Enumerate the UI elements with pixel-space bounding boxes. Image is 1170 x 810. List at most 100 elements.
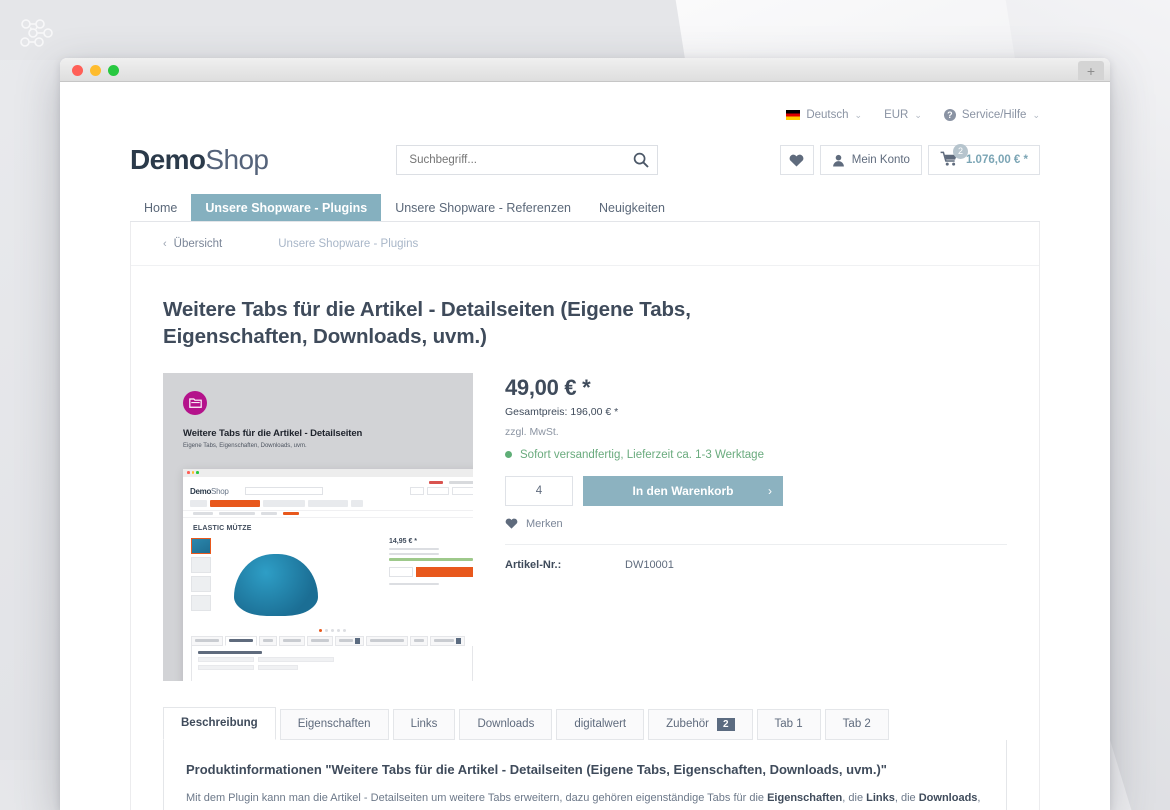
tab-label: Tab 2 — [842, 718, 871, 730]
tab-label: Zubehör — [666, 718, 709, 730]
chevron-left-icon: ‹ — [163, 237, 167, 250]
tab-panel-body: Mit dem Plugin kann man die Artikel - De… — [186, 790, 984, 810]
sku-label: Artikel-Nr.: — [505, 558, 562, 571]
page-content: ‹ Übersicht Unsere Shopware - Plugins We… — [130, 222, 1040, 810]
tab-label: Tab 1 — [774, 718, 803, 730]
utility-topbar: Deutsch ⌄ EUR ⌄ ? Service/Hilfe ⌄ — [130, 104, 1040, 126]
availability-status: Sofort versandfertig, Lieferzeit ca. 1-3… — [505, 449, 1007, 461]
inner-price: 14,95 € * — [389, 537, 418, 545]
add-to-cart-button[interactable]: In den Warenkorb › — [583, 475, 783, 506]
tab-downloads[interactable]: Downloads — [459, 708, 553, 740]
remember-button[interactable]: Merken — [505, 518, 1007, 530]
service-menu[interactable]: ? Service/Hilfe ⌄ — [943, 109, 1040, 121]
total-price-value: 196,00 € * — [570, 405, 619, 418]
tab-label: Eigenschaften — [297, 718, 371, 730]
status-dot-icon — [505, 451, 512, 458]
minimize-button[interactable] — [90, 65, 101, 76]
service-label: Service/Hilfe — [961, 109, 1027, 121]
chevron-down-icon: ⌄ — [914, 109, 922, 120]
total-price-label: Gesamtpreis: — [505, 405, 568, 418]
network-nodes-icon — [20, 19, 53, 47]
remember-label: Merken — [526, 517, 563, 530]
body-text-3: , die — [894, 791, 919, 804]
tax-note: zzgl. MwSt. — [505, 425, 559, 438]
cart-total: 1.076,00 € * — [965, 154, 1028, 166]
heart-icon — [789, 154, 804, 167]
logo-light: Shop — [205, 144, 269, 175]
total-price-row: Gesamtpreis: 196,00 € * — [505, 406, 1007, 418]
tab-1[interactable]: Tab 1 — [756, 708, 821, 740]
cart-icon: 2 — [940, 144, 968, 169]
window-controls[interactable] — [72, 65, 119, 76]
divider — [505, 543, 1007, 545]
tab-panel-heading: Produktinformationen "Weitere Tabs für d… — [186, 761, 887, 777]
availability-label: Sofort versandfertig, Lieferzeit ca. 1-3… — [520, 448, 764, 461]
question-mark-icon: ? — [943, 109, 956, 121]
new-tab-button[interactable]: + — [1078, 61, 1104, 80]
tab-2[interactable]: Tab 2 — [824, 708, 889, 740]
account-label: Mein Konto — [851, 154, 910, 166]
quantity-input[interactable] — [505, 475, 573, 506]
tab-label: digitalwert — [574, 718, 627, 730]
tab-badge: 2 — [716, 717, 735, 731]
chevron-right-icon: › — [768, 483, 772, 498]
account-button[interactable]: Mein Konto — [819, 145, 922, 175]
folder-tabs-icon — [183, 390, 207, 415]
breadcrumb-current[interactable]: Unsere Shopware - Plugins — [278, 238, 418, 250]
tab-zubehoer[interactable]: Zubehör 2 — [648, 708, 753, 740]
browser-titlebar: + — [60, 58, 1110, 82]
product-detail: Weitere Tabs für die Artikel - Detailsei… — [131, 351, 1039, 681]
wishlist-button[interactable] — [779, 145, 814, 175]
nav-item-home[interactable]: Home — [130, 194, 191, 221]
cart-count-badge: 2 — [952, 144, 968, 159]
nav-item-referenzen[interactable]: Unsere Shopware - Referenzen — [381, 194, 585, 221]
main-navigation: Home Unsere Shopware - Plugins Unsere Sh… — [130, 194, 1040, 221]
tab-digitalwert[interactable]: digitalwert — [556, 708, 645, 740]
body-bold-eigenschaften: Eigenschaften — [767, 791, 843, 804]
currency-selector[interactable]: EUR ⌄ — [884, 109, 922, 121]
product-image-column: Weitere Tabs für die Artikel - Detailsei… — [163, 372, 475, 681]
close-button[interactable] — [72, 65, 83, 76]
buy-box: 49,00 € * Gesamtpreis: 196,00 € * zzgl. … — [505, 373, 1007, 681]
page-title: Weitere Tabs für die Artikel - Detailsei… — [163, 298, 691, 349]
nav-item-plugins[interactable]: Unsere Shopware - Plugins — [191, 194, 382, 221]
tab-label: Downloads — [477, 718, 535, 730]
product-image[interactable]: Weitere Tabs für die Artikel - Detailsei… — [163, 372, 473, 681]
breadcrumb-back[interactable]: ‹ Übersicht — [163, 238, 222, 250]
nav-item-neuigkeiten[interactable]: Neuigkeiten — [585, 194, 679, 221]
product-image-headline: Weitere Tabs für die Artikel - Detailsei… — [183, 427, 363, 439]
inner-logo-bold: Demo — [190, 486, 212, 496]
inner-product-title: ELASTIC MÜTZE — [193, 524, 252, 532]
search-area — [396, 145, 659, 175]
tab-eigenschaften[interactable]: Eigenschaften — [279, 708, 389, 740]
body-text-1: Mit dem Plugin kann man die Artikel - De… — [186, 791, 768, 804]
sku-value: DW10001 — [625, 558, 674, 571]
browser-window: + Deutsch ⌄ EUR ⌄ ? Service/Hilfe ⌄ Demo… — [60, 58, 1110, 810]
search-icon[interactable] — [630, 149, 652, 171]
buy-row: In den Warenkorb › — [505, 475, 1007, 506]
language-selector[interactable]: Deutsch ⌄ — [786, 109, 862, 121]
browser-viewport: Deutsch ⌄ EUR ⌄ ? Service/Hilfe ⌄ DemoSh… — [60, 82, 1110, 810]
currency-label: EUR — [884, 109, 909, 121]
search-input[interactable] — [396, 145, 659, 175]
cart-button[interactable]: 2 1.076,00 € * — [927, 144, 1040, 175]
header-row: DemoShop Suchbegriff... Mein Konto 2 1.0… — [130, 140, 1040, 180]
chevron-down-icon: ⌄ — [1032, 109, 1040, 120]
product-tabs: Beschreibung Eigenschaften Links Downloa… — [163, 706, 1007, 740]
tab-links[interactable]: Links — [392, 708, 456, 740]
maximize-button[interactable] — [108, 65, 119, 76]
logo-bold: Demo — [130, 144, 206, 175]
shop-logo[interactable]: DemoShop — [130, 144, 269, 176]
breadcrumb: ‹ Übersicht Unsere Shopware - Plugins — [131, 222, 1039, 266]
tab-beschreibung[interactable]: Beschreibung — [163, 706, 276, 740]
body-bold-downloads: Downloads — [918, 791, 978, 804]
user-icon — [832, 154, 844, 167]
inner-logo-light: Shop — [211, 486, 229, 496]
shop-header: Deutsch ⌄ EUR ⌄ ? Service/Hilfe ⌄ DemoSh… — [60, 82, 1110, 221]
product-image-header: Weitere Tabs für die Artikel - Detailsei… — [163, 373, 473, 449]
body-text-2: , die — [842, 791, 867, 804]
sku-row: Artikel-Nr.: DW10001 — [505, 559, 1007, 571]
german-flag-icon — [786, 110, 801, 120]
language-label: Deutsch — [806, 109, 849, 121]
add-to-cart-label: In den Warenkorb — [632, 483, 734, 498]
